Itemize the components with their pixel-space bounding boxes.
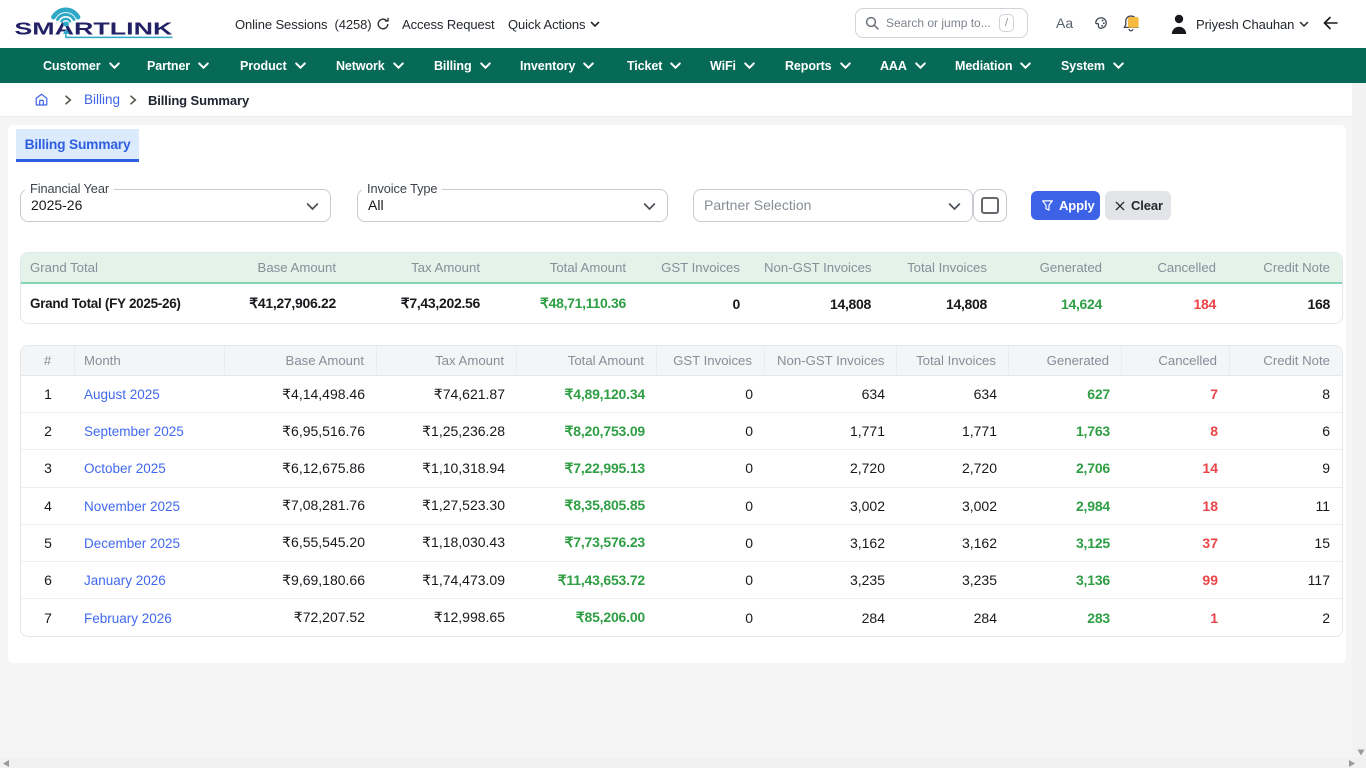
svg-text:SMARTLINK: SMARTLINK <box>14 18 173 38</box>
